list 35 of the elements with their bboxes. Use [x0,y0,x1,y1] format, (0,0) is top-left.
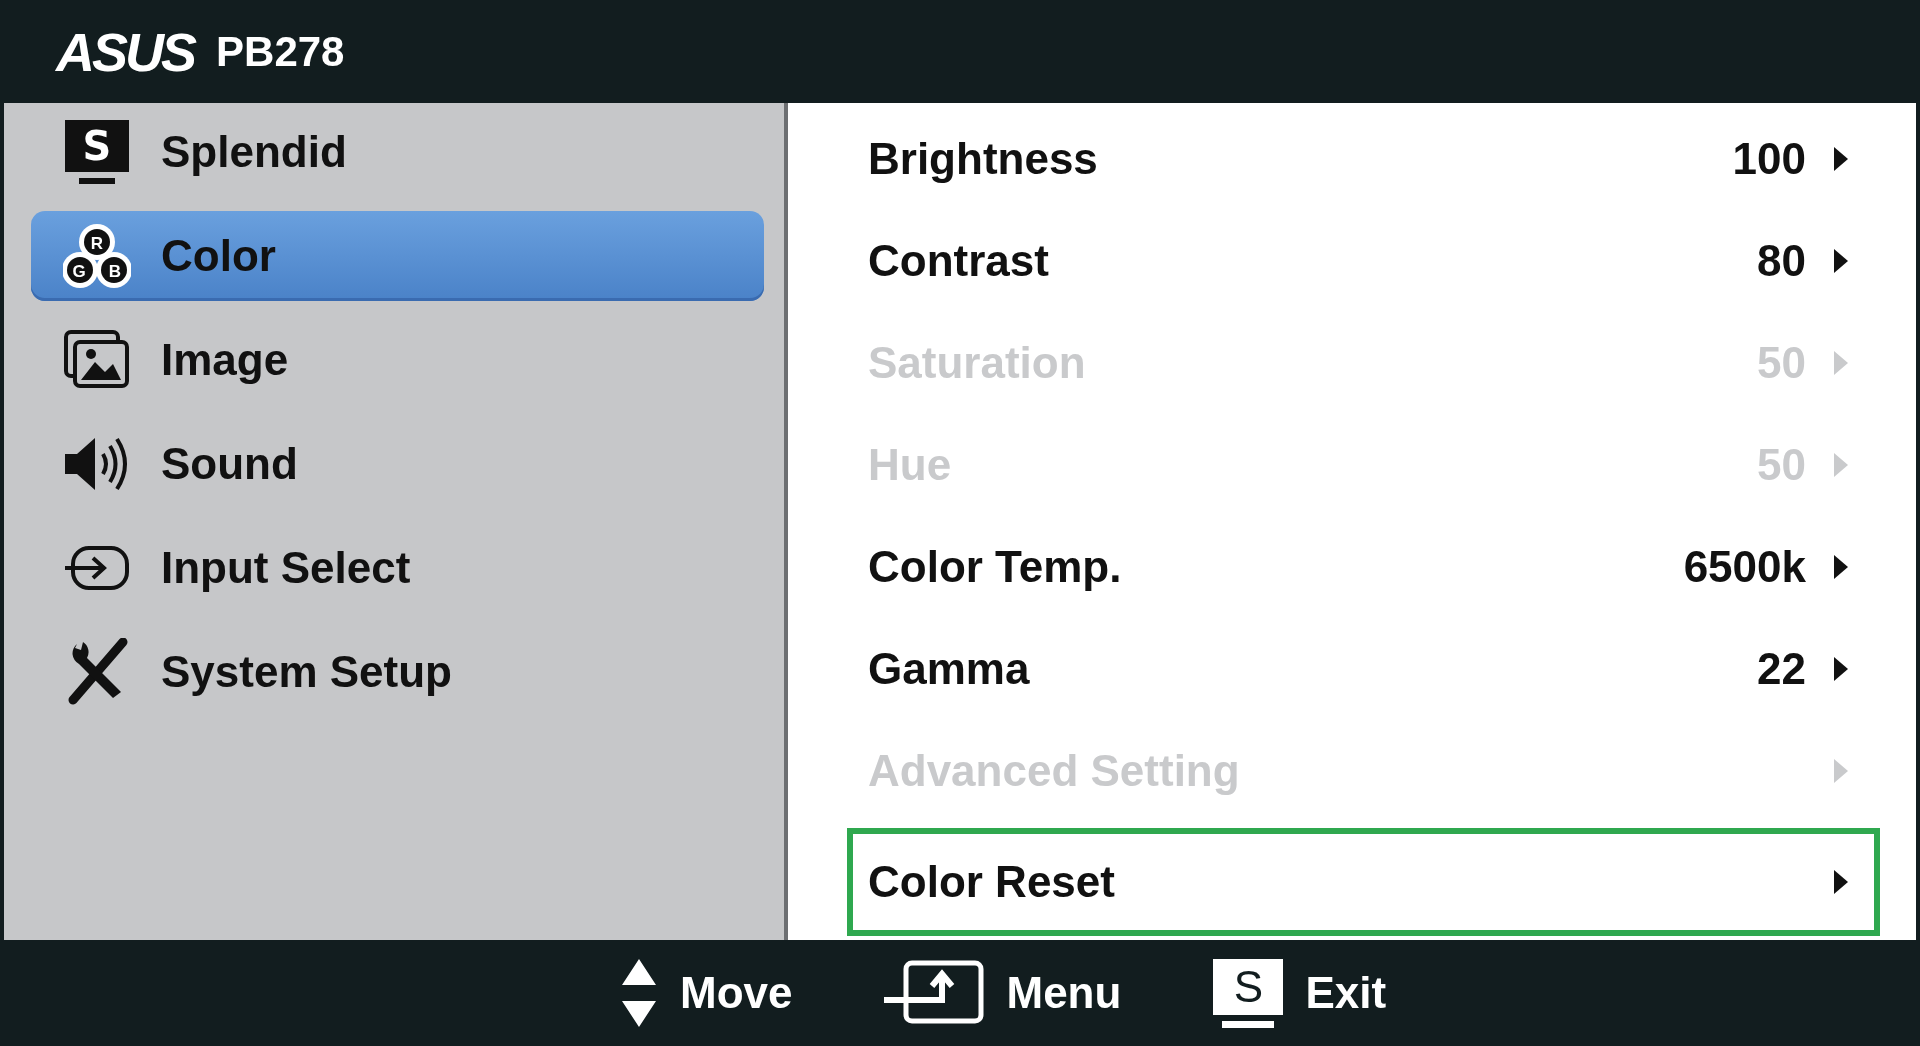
menu-category[interactable]: Image [31,315,764,405]
right-arrow-icon [1832,349,1850,377]
menu-category[interactable]: R G B Color [31,211,764,301]
right-arrow-icon [1832,757,1850,785]
up-down-arrows-icon [620,957,658,1029]
setting-label: Color Reset [868,857,1116,907]
setting-row[interactable]: Gamma 22 [847,618,1880,720]
setting-row[interactable]: Contrast 80 [847,210,1880,312]
model-name: PB278 [216,27,345,76]
return-icon [884,960,985,1026]
key-hint: Menu [1006,968,1122,1018]
setting-value: 22 [1757,644,1806,694]
menu-category[interactable]: System Setup [31,627,764,717]
key-hint: Move [680,968,793,1018]
setting-label: Gamma [868,644,1031,694]
right-arrow-icon [1832,553,1850,581]
right-arrow-icon [1832,247,1850,275]
right-arrow-icon [1832,655,1850,683]
setting-label: Brightness [868,134,1099,184]
right-arrow-icon [1832,868,1850,896]
setting-row[interactable]: Color Temp. 6500k [847,516,1880,618]
setting-value: 80 [1757,236,1806,286]
setting-label: Color Temp. [868,542,1123,592]
setting-label: Contrast [868,236,1050,286]
setting-row[interactable]: Brightness 100 [847,108,1880,210]
menu-category[interactable]: Sound [31,419,764,509]
setting-value: 100 [1732,134,1806,184]
right-arrow-icon [1832,145,1850,173]
right-arrow-icon [1832,451,1850,479]
setting-row[interactable]: Color Reset [847,828,1880,936]
menu-category[interactable]: Input Select [31,523,764,613]
key-hint: Exit [1305,968,1387,1018]
brand-logo: ASUS [56,20,195,83]
setting-value: 6500k [1683,542,1806,592]
menu-category[interactable]: S Splendid [31,107,764,197]
